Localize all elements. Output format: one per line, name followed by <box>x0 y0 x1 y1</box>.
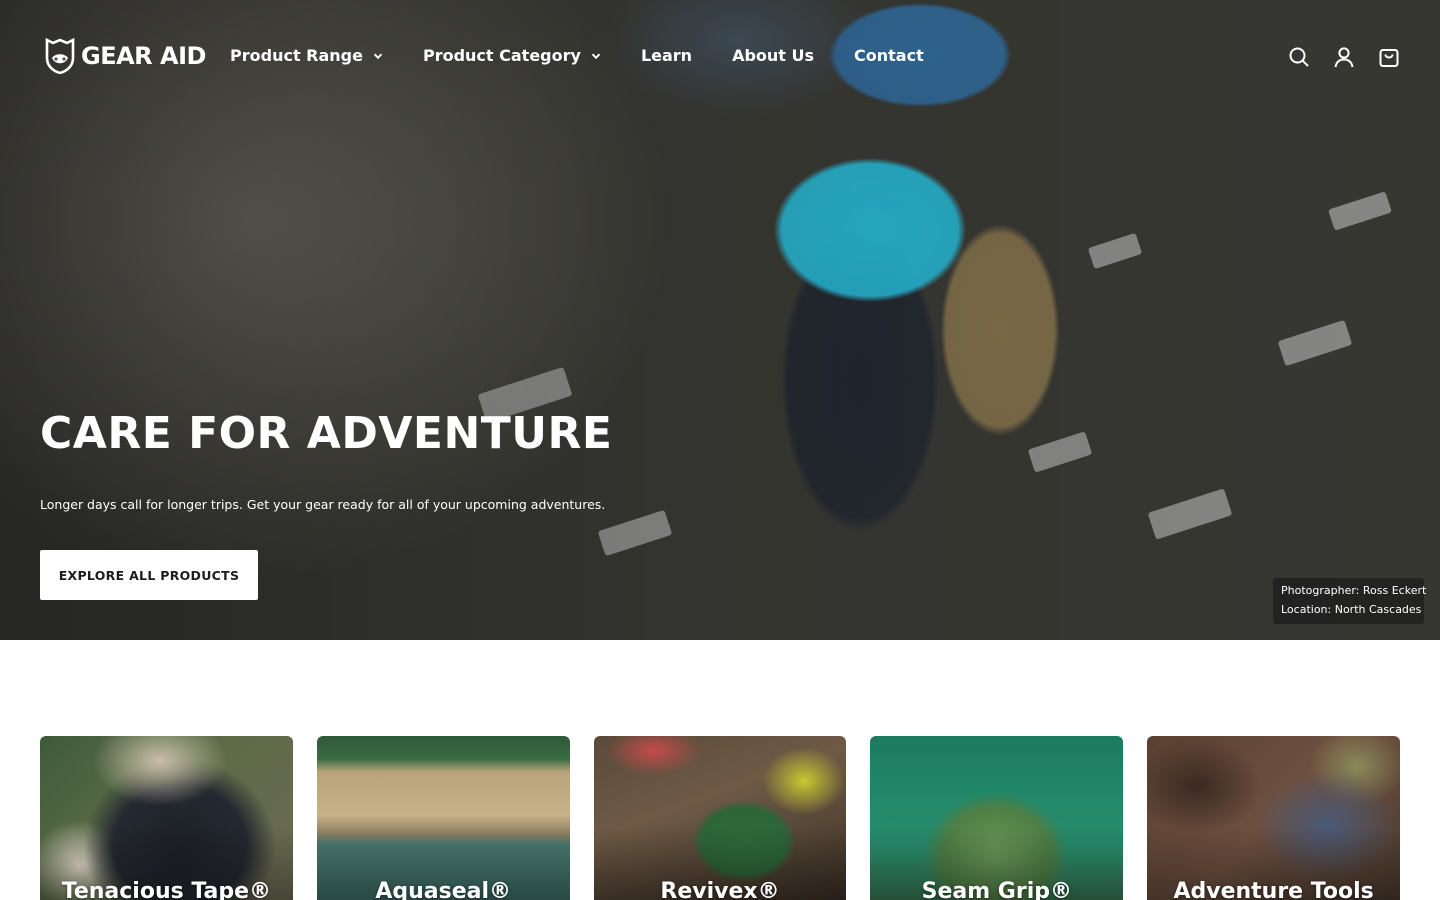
hero-subtitle: Longer days call for longer trips. Get y… <box>40 497 606 512</box>
site-header: GEAR AID Product Range Product Category … <box>0 0 1440 114</box>
nav-item-product-range[interactable]: Product Range <box>230 46 383 65</box>
nav-item-label: Product Range <box>230 46 363 65</box>
collection-card-aquaseal[interactable]: Aquaseal® <box>316 736 570 900</box>
collection-card-adventure-tools[interactable]: Adventure Tools <box>1147 736 1400 900</box>
header-actions <box>1288 46 1400 68</box>
hero-rock <box>597 509 673 557</box>
nav-item-label: Contact <box>854 46 924 65</box>
search-icon[interactable] <box>1288 46 1310 68</box>
hero-rock <box>1277 319 1353 367</box>
location-credit: Location: North Cascades <box>1281 603 1422 616</box>
nav-item-label: About Us <box>732 46 815 65</box>
hero-rock <box>1087 232 1143 270</box>
nav-item-contact[interactable]: Contact <box>854 46 924 65</box>
collection-card-tenacious-tape[interactable]: Tenacious Tape® <box>40 736 293 900</box>
collection-card-seam-grip[interactable]: Seam Grip® <box>870 736 1124 900</box>
chevron-down-icon <box>373 53 383 59</box>
nav-item-label: Learn <box>640 46 693 65</box>
gear-aid-shield-logo-icon <box>45 38 75 74</box>
collection-card-revivex[interactable]: Revivex® <box>593 736 847 900</box>
nav-item-product-category[interactable]: Product Category <box>423 46 601 65</box>
hero-rock <box>1328 191 1392 231</box>
photographer-credit: Photographer: Ross Eckert <box>1281 584 1427 597</box>
hero-rock <box>1027 431 1093 473</box>
collection-card-label: Revivex® <box>660 879 780 900</box>
hero-title: CARE FOR ADVENTURE <box>40 408 613 459</box>
collection-card-label: Aquaseal® <box>375 879 512 900</box>
photo-credit: Photographer: Ross Eckert Location: Nort… <box>1273 578 1427 624</box>
collection-card-label: Seam Grip® <box>921 879 1072 900</box>
nav-item-about-us[interactable]: About Us <box>732 46 814 65</box>
chevron-down-icon <box>591 53 601 59</box>
hero-rock <box>1147 488 1233 540</box>
explore-all-products-button[interactable]: EXPLORE ALL PRODUCTS <box>40 550 258 600</box>
account-icon[interactable] <box>1333 46 1355 68</box>
collections-grid: Tenacious Tape® Aquaseal® Revivex® Seam … <box>40 736 1400 900</box>
brand-name: GEAR AID <box>81 42 206 70</box>
main-nav: Product Range Product Category Learn Abo… <box>230 46 964 65</box>
collection-card-label: Adventure Tools <box>1173 879 1374 900</box>
brand-logo[interactable]: GEAR AID <box>45 38 206 74</box>
nav-item-learn[interactable]: Learn <box>641 46 692 65</box>
nav-item-label: Product Category <box>422 46 581 65</box>
collection-card-label: Tenacious Tape® <box>61 879 272 900</box>
cart-icon[interactable] <box>1378 46 1400 68</box>
